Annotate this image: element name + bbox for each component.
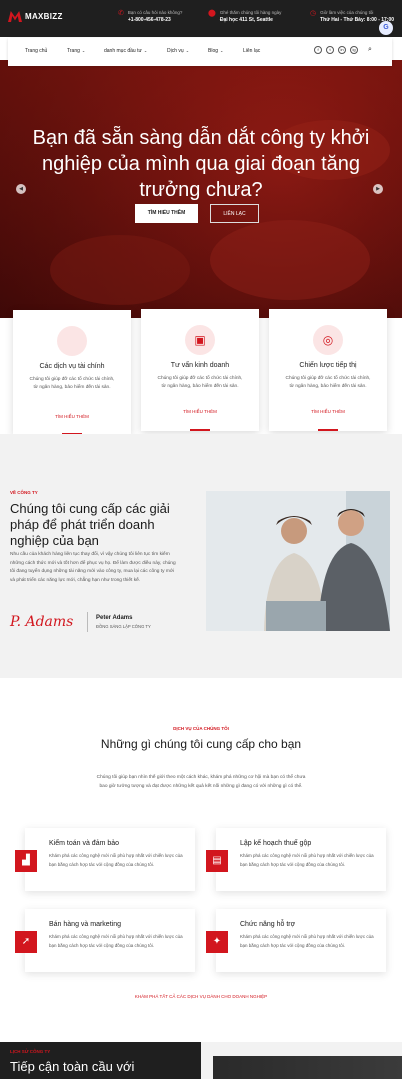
founder-name: Peter Adams: [96, 615, 133, 621]
feature-text: Chúng tôi giúp đỡ các tổ chức tài chính,…: [29, 377, 115, 390]
phone-icon: ✆: [118, 10, 124, 17]
divider: [87, 612, 88, 632]
feature-card-finance[interactable]: Các dịch vụ tài chính Chúng tôi giúp đỡ …: [13, 310, 131, 435]
feature-underline: [190, 429, 210, 431]
phone-label: Bạn có câu hỏi nào không?: [127, 10, 183, 15]
about-heading: Chúng tôi cung cấp các giải pháp để phát…: [10, 501, 170, 548]
nav-item-pages[interactable]: Trang ⌄: [67, 48, 85, 54]
chevron-down-icon: ⌄: [220, 48, 224, 53]
rocket-icon: ➚: [15, 931, 37, 953]
meeting-photo: [206, 491, 390, 631]
hours-label: Giờ làm việc của chúng tôi: [320, 10, 374, 15]
feature-text: Chúng tôi giúp đỡ các tổ chức tài chính,…: [285, 376, 371, 389]
feature-link[interactable]: TÌM HIỂU THÊM: [141, 409, 259, 414]
feature-title: Chiến lược tiếp thị: [299, 362, 357, 369]
chart-icon: ▟: [15, 850, 37, 872]
brand-name: MAXBIZZ: [25, 12, 63, 21]
feature-underline: [318, 429, 338, 431]
presentation-icon: ▣: [185, 325, 215, 355]
feature-link[interactable]: TÌM HIỂU THÊM: [269, 409, 387, 414]
location-pin-icon: ⬤: [208, 10, 216, 17]
all-services-link[interactable]: KHÁM PHÁ TẤT CẢ CÁC DỊCH VỤ DÀNH CHO DOA…: [0, 994, 402, 999]
about-section: VỀ CÔNG TY Chúng tôi cung cấp các giải p…: [0, 434, 402, 678]
social-icon-2[interactable]: t: [326, 46, 334, 54]
chevron-down-icon: ⌄: [81, 48, 86, 53]
clock-icon: ◷: [310, 10, 317, 17]
briefcase-icon: ▤: [206, 850, 228, 872]
history-section: LỊCH SỬ CÔNG TY Tiếp cận toàn cầu với: [0, 1042, 402, 1079]
nav-item-portfolio[interactable]: danh mục đầu tư ⌄: [104, 48, 147, 54]
nav-item-services[interactable]: Dịch vụ ⌄: [167, 48, 189, 54]
target-icon: ◎: [313, 325, 343, 355]
service-title: Bán hàng và marketing: [49, 921, 121, 928]
history-image: [213, 1056, 402, 1079]
about-photo: [206, 491, 390, 631]
learn-more-button[interactable]: TÌM HIỂU THÊM: [135, 204, 198, 223]
service-card-sales[interactable]: ➚ Bán hàng và marketing Khám phá các côn…: [15, 909, 195, 972]
service-text: Khám phá các công nghệ mới nổi phù hợp n…: [240, 853, 374, 867]
services-section: DỊCH VỤ CỦA CHÚNG TÔI Những gì chúng tôi…: [0, 678, 402, 1058]
nav-item-blog[interactable]: Blog ⌄: [208, 48, 223, 54]
service-text: Khám phá các công nghệ mới nổi phù hợp n…: [49, 934, 183, 948]
feature-card-consulting[interactable]: ▣ Tư vấn kinh doanh Chúng tôi giúp đỡ cá…: [141, 309, 259, 431]
service-title: Kiểm toán và đảm bảo: [49, 840, 120, 847]
feature-title: Các dịch vụ tài chính: [39, 363, 105, 370]
chevron-down-icon: ⌄: [185, 48, 190, 53]
finance-icon: [57, 326, 87, 356]
service-title: Lập kế hoạch thuế gộp: [240, 840, 312, 847]
services-eyebrow: DỊCH VỤ CỦA CHÚNG TÔI: [173, 726, 229, 731]
feature-card-marketing[interactable]: ◎ Chiến lược tiếp thị Chúng tôi giúp đỡ …: [269, 309, 387, 431]
chevron-down-icon: ⌄: [143, 48, 148, 53]
history-panel: LỊCH SỬ CÔNG TY Tiếp cận toàn cầu với: [0, 1042, 201, 1079]
address-label: Ghé thăm chúng tôi hàng ngày: [219, 10, 282, 15]
handshake-icon: ✦: [206, 931, 228, 953]
history-heading: Tiếp cận toàn cầu với: [10, 1059, 135, 1074]
service-card-tax[interactable]: ▤ Lập kế hoạch thuế gộp Khám phá các côn…: [206, 828, 386, 891]
phone-info[interactable]: ✆ Bạn có câu hỏi nào không? +1-800-456-47…: [118, 10, 182, 23]
social-icon-4[interactable]: ig: [350, 46, 358, 54]
signature-image: P. Adams: [10, 614, 74, 630]
search-icon[interactable]: ⌕: [368, 46, 372, 54]
service-text: Khám phá các công nghệ mới nổi phù hợp n…: [240, 934, 374, 948]
feature-title: Tư vấn kinh doanh: [170, 362, 230, 369]
service-card-audit[interactable]: ▟ Kiểm toán và đảm bảo Khám phá các công…: [15, 828, 195, 891]
services-heading: Những gì chúng tôi cung cấp cho bạn: [100, 737, 302, 751]
social-icon-1[interactable]: f: [314, 46, 322, 54]
service-text: Khám phá các công nghệ mới nổi phù hợp n…: [49, 853, 183, 867]
feature-link[interactable]: TÌM HIỂU THÊM: [13, 414, 131, 419]
phone-number[interactable]: +1-800-456-478-23: [128, 17, 183, 23]
social-icon-3[interactable]: in: [338, 46, 346, 54]
address-value: Đại học 411 St, Seattle: [219, 17, 273, 23]
slider-prev-icon[interactable]: ◀: [16, 184, 26, 194]
top-bar: MAXBIZZ ✆ Bạn có câu hỏi nào không? +1-80…: [0, 0, 402, 37]
nav-item-home[interactable]: Trang chủ: [25, 48, 47, 54]
hero-section: Bạn đã sẵn sàng dẫn dắt công ty khởi ngh…: [0, 60, 402, 318]
feature-text: Chúng tôi giúp đỡ các tổ chức tài chính,…: [157, 376, 243, 389]
service-card-support[interactable]: ✦ Chức năng hỗ trợ Khám phá các công ngh…: [206, 909, 386, 972]
logo[interactable]: MAXBIZZ: [8, 11, 63, 22]
founder-role: ĐỒNG SÁNG LẬP CÔNG TY: [96, 624, 151, 629]
translate-icon[interactable]: G: [379, 21, 393, 35]
about-eyebrow: VỀ CÔNG TY: [10, 490, 38, 495]
nav-item-contact[interactable]: Liên lạc: [243, 48, 260, 54]
service-title: Chức năng hỗ trợ: [240, 921, 296, 928]
contact-button[interactable]: LIÊN LẠC: [210, 204, 259, 223]
services-paragraph: Chúng tôi giúp bạn nhìn thế giới theo mộ…: [96, 775, 306, 789]
slider-next-icon[interactable]: ▶: [373, 184, 383, 194]
logo-mark-icon: [8, 11, 22, 22]
about-paragraph: Nhu cầu của khách hàng liên tục thay đổi…: [10, 552, 176, 583]
history-eyebrow: LỊCH SỬ CÔNG TY: [10, 1049, 51, 1054]
main-nav: Trang chủ Trang ⌄ danh mục đầu tư ⌄ Dịch v…: [8, 38, 392, 66]
hero-title: Bạn đã sẵn sàng dẫn dắt công ty khởi ngh…: [32, 127, 370, 201]
address-info: ⬤ Ghé thăm chúng tôi hàng ngày Đại học 41…: [208, 10, 281, 23]
